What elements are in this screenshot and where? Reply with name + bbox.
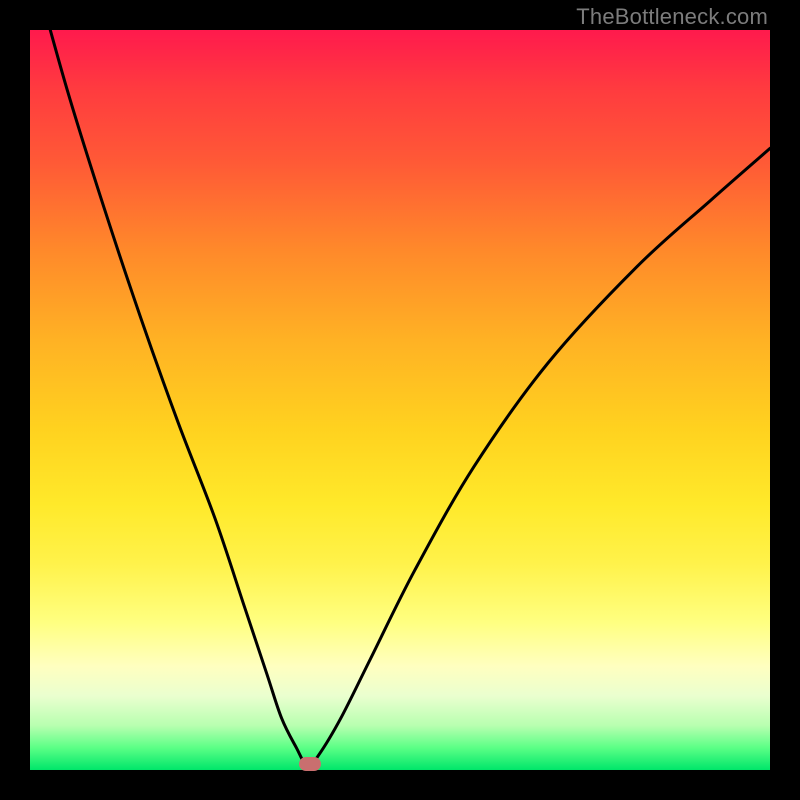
plot-area xyxy=(30,30,770,770)
chart-frame: TheBottleneck.com xyxy=(0,0,800,800)
watermark-text: TheBottleneck.com xyxy=(576,4,768,30)
bottleneck-curve xyxy=(30,30,770,770)
optimum-marker xyxy=(299,757,321,771)
